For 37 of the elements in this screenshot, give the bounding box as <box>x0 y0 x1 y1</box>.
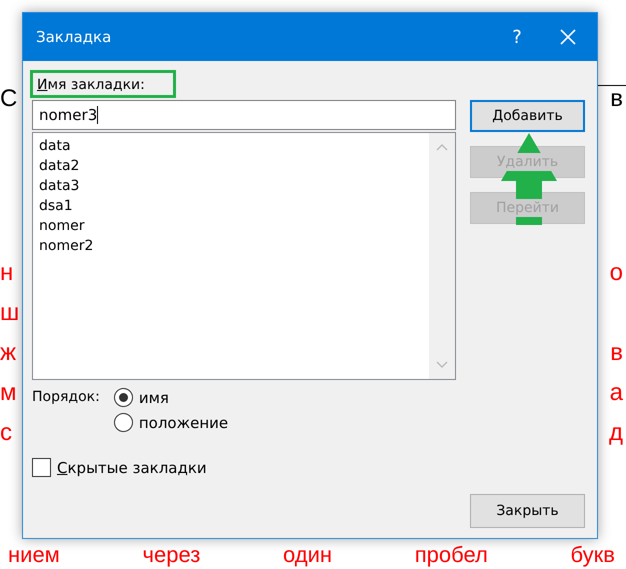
bookmark-item[interactable]: nomer2 <box>39 236 423 256</box>
document-text: пробел <box>414 541 488 569</box>
document-text: ш <box>0 298 20 328</box>
document-text: м <box>0 378 16 408</box>
document-text: д <box>608 418 623 448</box>
document-text: ж <box>0 338 16 368</box>
order-label: Порядок: <box>32 388 100 407</box>
hidden-bookmarks-checkbox[interactable]: Скрытые закладки <box>32 458 456 477</box>
bookmark-item[interactable]: data3 <box>39 176 423 196</box>
dialog-button[interactable]: Добавить <box>470 100 585 132</box>
bookmark-item[interactable]: nomer <box>39 216 423 236</box>
window-title: Закладка <box>36 28 112 46</box>
document-text: один <box>283 541 332 569</box>
field-label: Имя закладки: <box>30 70 176 98</box>
order-radio[interactable]: положение <box>114 413 228 432</box>
document-text: в <box>610 84 623 114</box>
scrollbar[interactable] <box>429 133 455 379</box>
scroll-up-icon <box>436 143 448 151</box>
document-text: через <box>142 541 200 569</box>
document-text: н <box>0 258 14 288</box>
document-text: а <box>610 378 623 408</box>
document-text: букв <box>570 541 615 569</box>
close-dialog-button[interactable]: Закрыть <box>470 494 585 528</box>
field-value: nomer3 <box>39 106 98 124</box>
bookmark-item[interactable]: data <box>39 136 423 156</box>
close-icon <box>560 29 576 45</box>
bookmark-item[interactable]: data2 <box>39 156 423 176</box>
document-text: С <box>0 84 18 114</box>
bookmark-name-field[interactable]: nomer3 <box>32 100 456 130</box>
order-radio[interactable]: имя <box>114 388 228 407</box>
document-text: в <box>610 338 623 368</box>
document-text: с <box>0 418 12 448</box>
bookmark-item[interactable]: dsa1 <box>39 196 423 216</box>
document-text: нием <box>8 541 60 569</box>
scroll-down-icon <box>436 361 448 369</box>
document-text: о <box>610 258 623 288</box>
help-button[interactable]: ? <box>495 13 539 61</box>
